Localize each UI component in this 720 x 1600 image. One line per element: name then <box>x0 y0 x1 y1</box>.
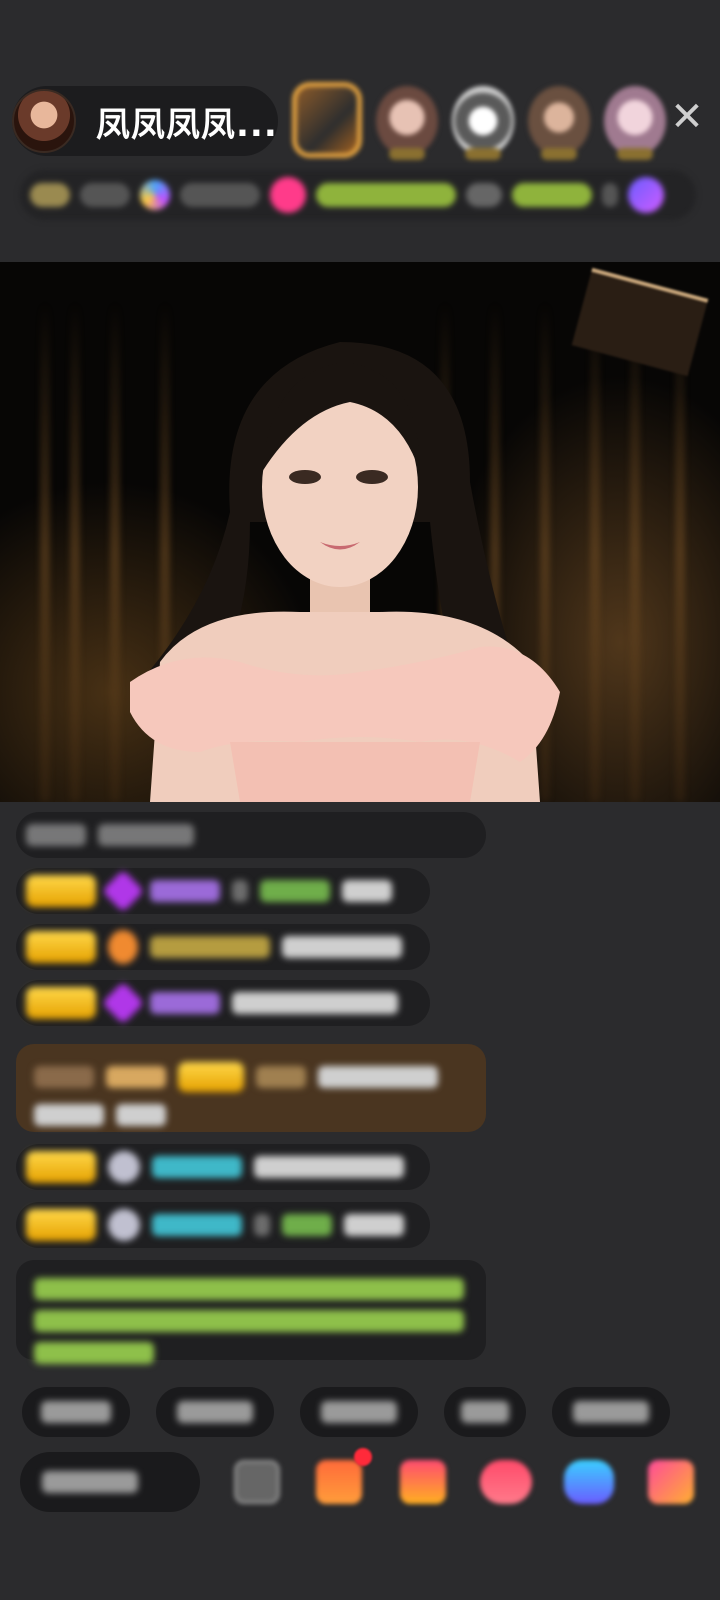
welcome-notice <box>16 1260 486 1364</box>
quick-reply-button[interactable] <box>552 1387 670 1437</box>
fan-badge <box>26 1151 96 1183</box>
top-viewer-avatar[interactable] <box>604 86 666 160</box>
chat-input[interactable] <box>20 1452 200 1512</box>
system-notice <box>16 812 486 858</box>
info-text <box>180 183 260 207</box>
comment-item[interactable] <box>16 1144 430 1190</box>
comment-item[interactable] <box>16 868 430 914</box>
level-icon <box>101 869 145 913</box>
shop-icon[interactable] <box>648 1460 694 1504</box>
quick-reply-button[interactable] <box>156 1387 274 1437</box>
chevron-icon <box>602 183 618 207</box>
top-viewer-avatar[interactable] <box>292 82 362 158</box>
top-viewer-avatar[interactable] <box>376 86 438 160</box>
streamer-figure <box>130 342 560 802</box>
fan-badge <box>26 1209 96 1241</box>
level-icon <box>108 1209 140 1241</box>
quick-reply-button[interactable] <box>300 1387 418 1437</box>
close-icon: ✕ <box>670 94 704 140</box>
pk-icon[interactable] <box>270 177 306 213</box>
close-button[interactable]: ✕ <box>670 97 704 137</box>
emoji-icon[interactable] <box>234 1460 280 1504</box>
stream-info-bar[interactable] <box>20 170 696 220</box>
quick-reply-row <box>22 1387 670 1437</box>
fan-badge <box>26 875 96 907</box>
info-text <box>466 183 502 207</box>
notification-dot <box>354 1448 372 1466</box>
host-name[interactable]: 凤凤凤凤... <box>96 97 278 146</box>
comment-item[interactable] <box>16 980 430 1026</box>
info-text <box>80 183 130 207</box>
live-video[interactable] <box>0 262 720 802</box>
top-viewers-list <box>292 82 666 160</box>
quick-reply-button[interactable] <box>444 1387 526 1437</box>
rank-icon <box>140 180 170 210</box>
game-icon[interactable] <box>564 1460 614 1504</box>
red-packet-icon[interactable] <box>316 1460 362 1504</box>
activity-banner[interactable] <box>512 183 592 207</box>
heart-icon[interactable] <box>480 1460 532 1504</box>
fan-badge <box>26 987 96 1019</box>
top-viewer-avatar[interactable] <box>452 86 514 160</box>
comment-item[interactable] <box>16 924 430 970</box>
quick-reply-button[interactable] <box>22 1387 130 1437</box>
host-avatar[interactable] <box>12 89 76 153</box>
level-icon <box>101 981 145 1025</box>
fan-badge <box>26 931 96 963</box>
event-icon[interactable] <box>628 177 664 213</box>
level-icon <box>108 930 138 964</box>
host-info-pill[interactable]: 凤凤凤凤... <box>12 86 278 156</box>
top-viewer-avatar[interactable] <box>528 86 590 160</box>
level-badge <box>30 183 70 207</box>
level-icon <box>108 1151 140 1183</box>
comment-item[interactable] <box>16 1202 430 1248</box>
gift-icon[interactable] <box>400 1460 446 1504</box>
highlighted-comment[interactable] <box>16 1044 486 1132</box>
activity-banner[interactable] <box>316 183 456 207</box>
